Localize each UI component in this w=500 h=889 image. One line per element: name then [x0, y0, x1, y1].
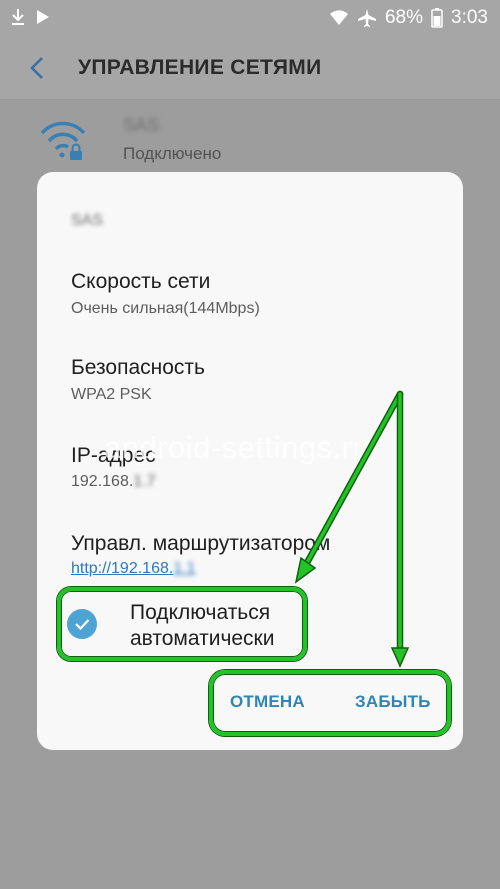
ip-value: 192.168.1.7: [71, 473, 156, 491]
dialog-title: SAS: [71, 212, 104, 229]
ip-value-visible: 192.168.: [71, 473, 134, 490]
status-bar: 68% 3:03: [0, 0, 500, 36]
router-link-visible[interactable]: http://192.168.: [71, 560, 173, 577]
battery-icon: [431, 8, 443, 28]
router-link[interactable]: http://192.168.1.1: [71, 560, 196, 578]
auto-connect-label[interactable]: Подключаться автоматически: [130, 600, 274, 652]
ip-value-hidden: 1.7: [133, 473, 156, 490]
router-link-hidden[interactable]: 1.1: [173, 560, 195, 577]
wifi-lock-icon: [40, 121, 86, 160]
download-icon: [12, 9, 24, 25]
clock: 3:03: [451, 7, 488, 28]
back-arrow-icon[interactable]: [22, 52, 54, 84]
forget-button[interactable]: ЗАБЫТЬ: [355, 692, 431, 712]
network-name: SAS: [123, 115, 160, 135]
page-title: УПРАВЛЕНИЕ СЕТЯМИ: [78, 56, 322, 79]
play-store-icon: [37, 10, 49, 24]
network-status: Подключено: [123, 144, 222, 163]
cancel-button[interactable]: ОТМЕНА: [230, 692, 305, 712]
security-label: Безопасность: [71, 356, 205, 379]
auto-connect-checkbox[interactable]: [67, 609, 97, 639]
security-value: WPA2 PSK: [71, 386, 152, 403]
speed-value: Очень сильная(144Mbps): [71, 300, 260, 317]
watermark: android-settings.ru: [104, 430, 371, 465]
wifi-status-icon: [329, 10, 348, 25]
check-icon: [75, 619, 90, 631]
airplane-icon: [357, 9, 376, 27]
app-bar: УПРАВЛЕНИЕ СЕТЯМИ: [0, 36, 500, 100]
battery-percent: 68%: [384, 7, 424, 28]
network-list-item[interactable]: SAS Подключено: [0, 101, 500, 181]
speed-label: Скорость сети: [71, 270, 211, 293]
auto-connect-label-line2: автоматически: [130, 627, 275, 650]
auto-connect-label-line1: Подключаться: [130, 601, 271, 624]
router-label: Управл. маршрутизатором: [71, 532, 331, 555]
